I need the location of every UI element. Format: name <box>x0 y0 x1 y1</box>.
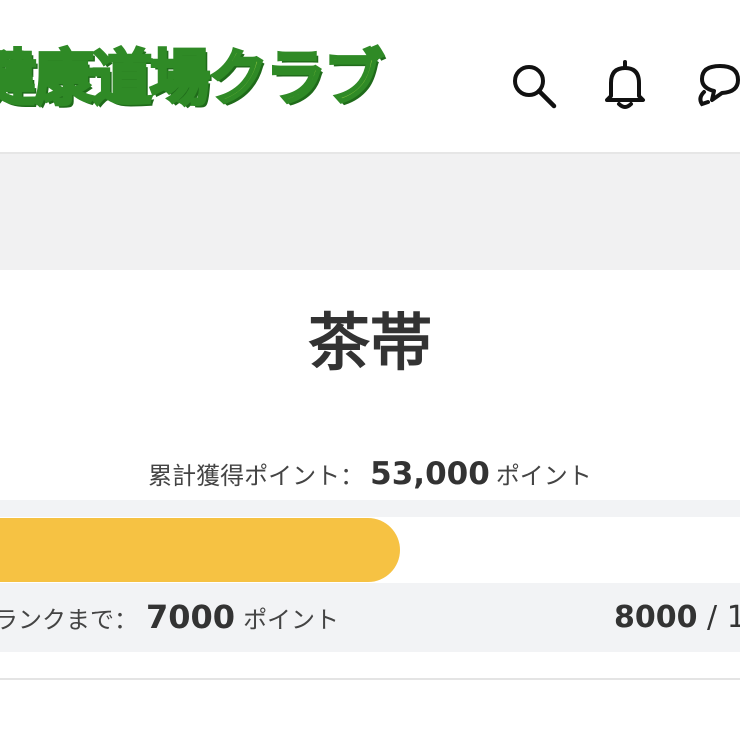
progress-current: 8000 <box>614 600 698 635</box>
progress-bar-fill <box>0 518 400 582</box>
total-points-unit: ポイント <box>495 462 592 490</box>
divider <box>0 678 740 680</box>
chat-icon[interactable] <box>694 58 740 112</box>
next-rank-value: 7000 <box>146 598 236 636</box>
total-points: 累計獲得ポイント： 53,000 ポイント <box>0 456 740 492</box>
site-logo[interactable]: 健康道場クラブ <box>0 30 386 117</box>
progress-separator: / <box>707 600 718 635</box>
bell-icon[interactable] <box>598 58 652 112</box>
next-rank-label: ランクまで： <box>0 606 138 634</box>
progress-count: 8000 / 15 <box>614 600 740 635</box>
progress-total: 15 <box>726 600 740 635</box>
banner-area <box>0 154 740 270</box>
total-points-value: 53,000 <box>370 456 490 492</box>
search-icon[interactable] <box>506 58 560 112</box>
app-header: 健康道場クラブ <box>0 0 740 154</box>
next-rank-points: ランクまで： 7000 ポイント <box>0 598 339 636</box>
rank-name: 茶帯 <box>307 306 432 379</box>
total-points-label: 累計獲得ポイント： <box>148 462 365 490</box>
next-rank-unit: ポイント <box>243 606 340 634</box>
